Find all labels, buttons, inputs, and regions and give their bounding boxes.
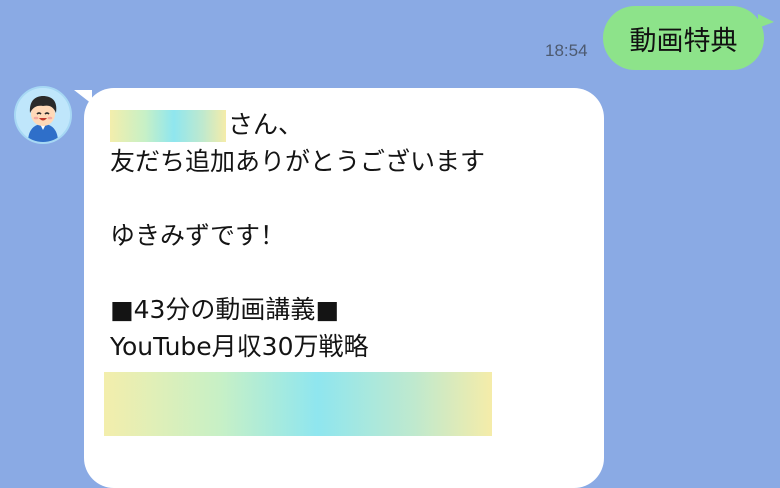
avatar-illustration (16, 88, 70, 142)
outgoing-message-bubble[interactable]: 動画特典 (603, 6, 774, 70)
redacted-name (110, 110, 226, 142)
outgoing-message-row: 18:54 動画特典 (0, 0, 780, 80)
greeting-line: さん、 (110, 106, 584, 143)
name-suffix: さん、 (228, 110, 304, 139)
avatar-icon[interactable] (14, 86, 72, 144)
incoming-message-text: さん、 友だち追加ありがとうございます ゆきみずです！ ■43分の動画講義■ Y… (110, 106, 584, 365)
redacted-link[interactable] (104, 372, 492, 436)
thanks-line: 友だち追加ありがとうございます (110, 147, 486, 176)
intro-line: ゆきみずです！ (110, 221, 286, 250)
lecture-title-line: ■43分の動画講義■ (110, 295, 340, 324)
strategy-line: YouTube月収30万戦略 (110, 332, 369, 361)
message-timestamp: 18:54 (545, 41, 588, 60)
outgoing-message-text: 動画特典 (629, 25, 738, 57)
incoming-message-bubble[interactable]: さん、 友だち追加ありがとうございます ゆきみずです！ ■43分の動画講義■ Y… (74, 88, 604, 488)
